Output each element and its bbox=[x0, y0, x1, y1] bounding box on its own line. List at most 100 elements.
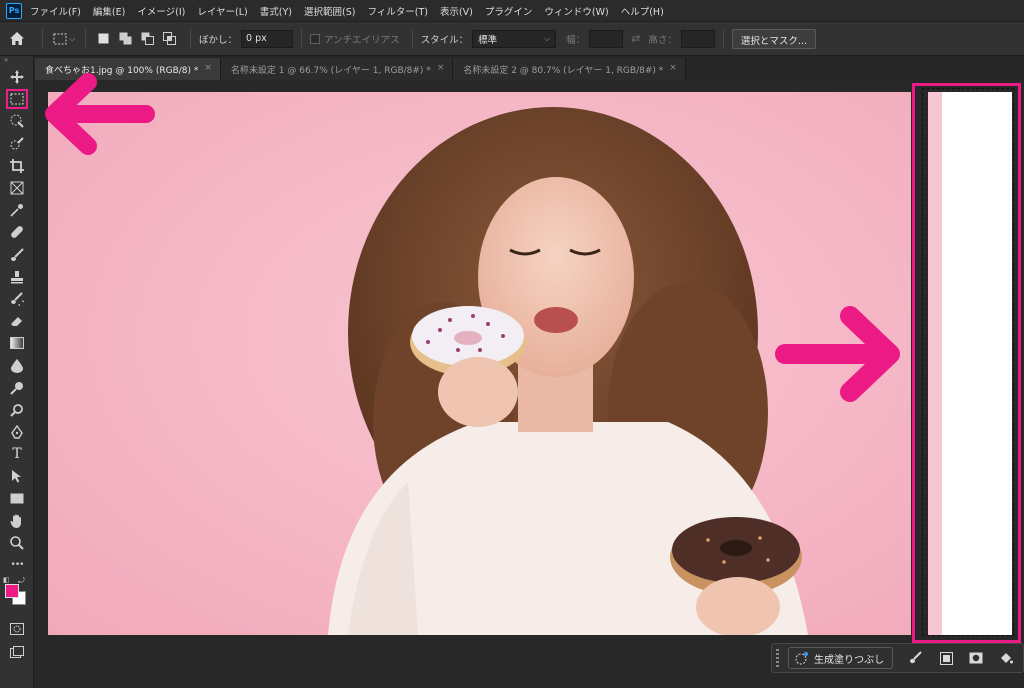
style-select[interactable]: 標準 ⌵ bbox=[472, 29, 557, 48]
water-drop-icon bbox=[11, 358, 23, 373]
antialias-label: アンチエイリアス bbox=[324, 34, 400, 46]
height-input[interactable] bbox=[680, 29, 715, 48]
tab-document-3[interactable]: 名称未設定 2 @ 80.7% (レイヤー 1, RGB/8#) * × bbox=[453, 58, 686, 80]
collapse-panel-icon[interactable]: » bbox=[0, 56, 33, 66]
dodge-tool[interactable] bbox=[0, 377, 34, 399]
healing-brush-tool[interactable] bbox=[0, 221, 34, 243]
hand-tool[interactable] bbox=[0, 510, 34, 532]
rectangle-tool[interactable] bbox=[0, 488, 34, 510]
move-tool[interactable] bbox=[0, 66, 34, 88]
menu-filter[interactable]: フィルター(T) bbox=[367, 4, 428, 18]
screen-mode-icon bbox=[10, 645, 24, 658]
new-selection-button[interactable] bbox=[94, 30, 112, 48]
intersect-selection-icon bbox=[162, 32, 176, 45]
tool-preset-picker[interactable]: ⌵ bbox=[51, 29, 77, 49]
menu-type[interactable]: 書式(Y) bbox=[260, 4, 292, 18]
frame-icon bbox=[10, 181, 24, 195]
gradient-tool[interactable] bbox=[0, 332, 34, 354]
rectangular-marquee-icon bbox=[10, 93, 24, 105]
divider bbox=[42, 28, 43, 49]
rectangular-marquee-tool[interactable] bbox=[0, 88, 34, 110]
brush-tool[interactable] bbox=[0, 244, 34, 266]
canvas-area[interactable] bbox=[35, 80, 1024, 688]
contextual-task-bar: 生成塗りつぶし bbox=[771, 643, 1024, 673]
menu-window[interactable]: ウィンドウ(W) bbox=[544, 4, 608, 18]
hand-icon bbox=[10, 514, 21, 528]
menu-file[interactable]: ファイル(F) bbox=[30, 4, 81, 18]
invert-selection-button[interactable] bbox=[931, 646, 961, 670]
menu-plugins[interactable]: プラグイン bbox=[485, 4, 533, 18]
quick-selection-tool[interactable] bbox=[0, 133, 34, 155]
foreground-color-swatch[interactable] bbox=[5, 584, 19, 599]
fill-selection-button[interactable] bbox=[991, 646, 1021, 670]
add-selection-icon bbox=[119, 32, 131, 45]
feather-label: ぼかし： bbox=[199, 34, 238, 46]
close-icon[interactable]: × bbox=[437, 63, 445, 80]
brush-edit-icon bbox=[910, 651, 922, 664]
width-input[interactable] bbox=[589, 29, 624, 48]
gradient-icon bbox=[10, 337, 24, 350]
path-selection-tool[interactable] bbox=[0, 465, 34, 487]
menu-view[interactable]: 表示(V) bbox=[440, 4, 473, 18]
close-icon[interactable]: × bbox=[669, 63, 677, 80]
object-selection-icon bbox=[10, 114, 24, 129]
paint-bucket-icon bbox=[1001, 653, 1014, 664]
menu-layer[interactable]: レイヤー(L) bbox=[197, 4, 247, 18]
crop-tool[interactable] bbox=[0, 155, 34, 177]
blur-tool[interactable] bbox=[0, 354, 34, 376]
tools-panel: » T ••• ◧ ⤾ bbox=[0, 56, 34, 688]
add-selection-button[interactable] bbox=[116, 30, 134, 48]
swap-width-height-icon[interactable]: ⇄ bbox=[631, 32, 640, 45]
eyedropper-icon bbox=[10, 204, 23, 217]
quick-mask-button[interactable] bbox=[0, 618, 34, 640]
rectangular-marquee-icon bbox=[53, 33, 67, 44]
width-label: 幅： bbox=[566, 34, 586, 46]
clone-stamp-tool[interactable] bbox=[0, 266, 34, 288]
intersect-selection-button[interactable] bbox=[160, 30, 178, 48]
crop-icon bbox=[10, 158, 24, 173]
menu-edit[interactable]: 編集(E) bbox=[93, 4, 125, 18]
menu-select[interactable]: 選択範囲(S) bbox=[304, 4, 355, 18]
modify-selection-button[interactable] bbox=[901, 646, 931, 670]
swap-colors-icon[interactable]: ⤾ bbox=[18, 576, 25, 586]
tab-document-2[interactable]: 名称未設定 1 @ 66.7% (レイヤー 1, RGB/8#) * × bbox=[220, 58, 454, 80]
smudge-tool[interactable] bbox=[0, 399, 34, 421]
drag-handle[interactable] bbox=[772, 644, 782, 672]
document-tabs: 食べちゃお1.jpg @ 100% (RGB/8) * × 名称未設定 1 @ … bbox=[35, 56, 1024, 80]
eyedropper-tool[interactable] bbox=[0, 199, 34, 221]
subtract-selection-button[interactable] bbox=[138, 30, 156, 48]
zoom-tool[interactable] bbox=[0, 532, 34, 554]
history-brush-tool[interactable] bbox=[0, 288, 34, 310]
chevron-down-icon: ⌵ bbox=[68, 33, 76, 43]
select-and-mask-button[interactable]: 選択とマスク... bbox=[731, 28, 816, 49]
mask-icon bbox=[969, 652, 983, 664]
invert-selection-icon bbox=[939, 651, 953, 665]
feather-input[interactable] bbox=[241, 29, 294, 48]
annotation-arrow-left-icon bbox=[45, 73, 155, 155]
object-selection-tool[interactable] bbox=[0, 110, 34, 132]
tab-label: 名称未設定 1 @ 66.7% (レイヤー 1, RGB/8#) * bbox=[230, 66, 431, 76]
default-colors-icon[interactable]: ◧ bbox=[3, 576, 10, 584]
create-mask-button[interactable] bbox=[961, 646, 991, 670]
move-icon bbox=[10, 70, 24, 85]
divider bbox=[301, 28, 303, 49]
antialias-checkbox[interactable] bbox=[310, 33, 321, 44]
type-tool[interactable]: T bbox=[0, 443, 34, 465]
annotation-arrow-right-icon bbox=[775, 306, 900, 402]
edit-toolbar-button[interactable]: ••• bbox=[0, 554, 34, 576]
type-icon: T bbox=[12, 446, 22, 463]
divider bbox=[85, 28, 86, 49]
frame-tool[interactable] bbox=[0, 177, 34, 199]
screen-mode-button[interactable] bbox=[0, 641, 34, 663]
close-icon[interactable]: × bbox=[204, 63, 212, 80]
generative-fill-button[interactable]: 生成塗りつぶし bbox=[788, 647, 894, 669]
pen-tool[interactable] bbox=[0, 421, 34, 443]
height-label: 高さ： bbox=[648, 34, 677, 46]
menu-image[interactable]: イメージ(I) bbox=[137, 4, 185, 18]
eraser-icon bbox=[11, 317, 22, 327]
home-button[interactable] bbox=[0, 22, 34, 56]
style-select-value: 標準 bbox=[478, 34, 498, 46]
rectangle-icon bbox=[10, 493, 24, 504]
eraser-tool[interactable] bbox=[0, 310, 34, 332]
menu-help[interactable]: ヘルプ(H) bbox=[621, 4, 664, 18]
